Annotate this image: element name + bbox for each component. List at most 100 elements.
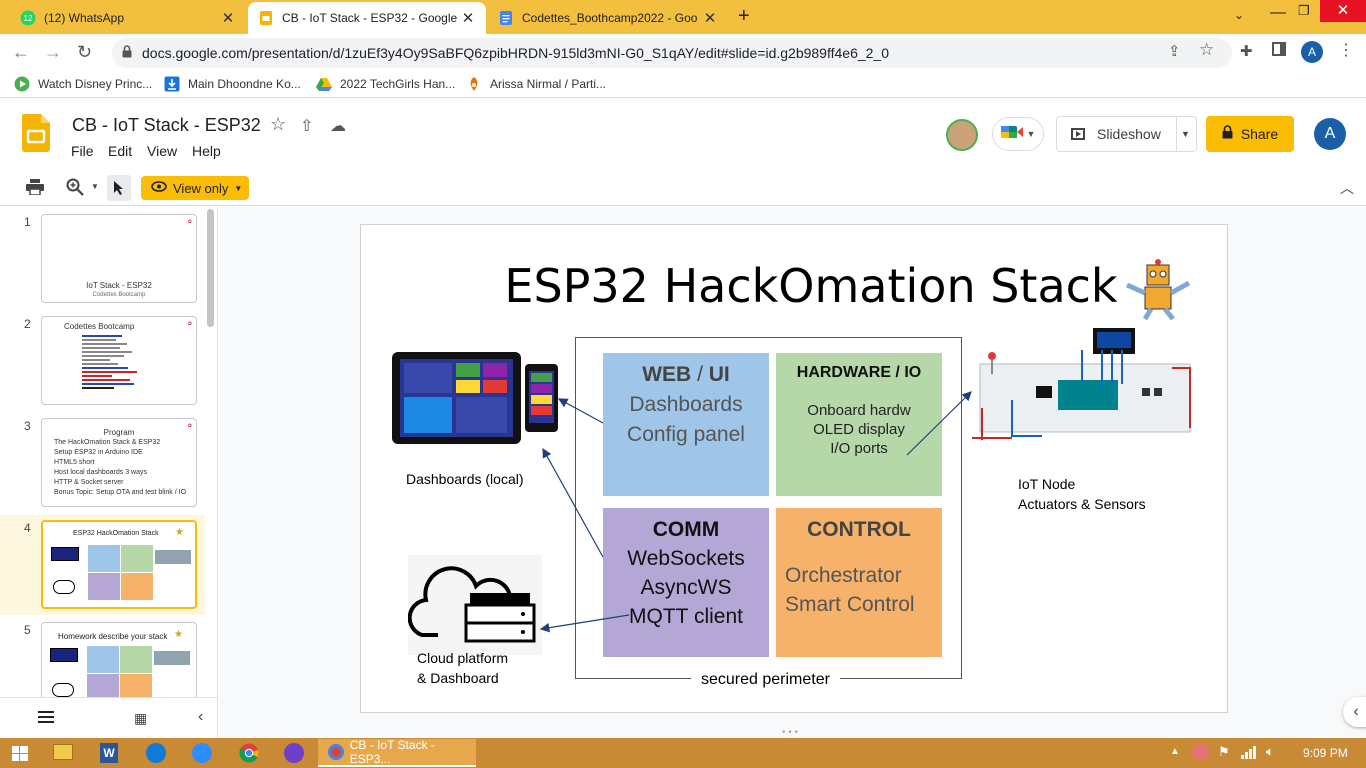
menu-kebab-icon[interactable]: ⋮	[1338, 40, 1354, 60]
zoom-app-icon[interactable]	[192, 743, 212, 763]
network-icon[interactable]	[1240, 744, 1256, 760]
clock[interactable]: 9:09 PM	[1303, 746, 1348, 760]
codettes-logo: ✿	[187, 423, 192, 429]
slideshow-button[interactable]: Slideshow ▼	[1056, 116, 1197, 152]
resize-handle-icon[interactable]: • • •	[782, 727, 798, 738]
account-avatar[interactable]: A	[1314, 118, 1346, 150]
tab-docs[interactable]: Codettes_Boothcamp2022 - Goo ✕	[488, 2, 728, 34]
windows-taskbar: W CB - IoT Stack - ESP3... ▲ ⚑ 🔈︎ 9:09 P…	[0, 738, 1366, 768]
close-window-icon[interactable]: ✕	[1320, 0, 1366, 22]
doc-title[interactable]: CB - IoT Stack - ESP32	[72, 115, 261, 136]
tray-chevron-icon[interactable]: ▲	[1170, 746, 1180, 757]
meet-button[interactable]: ▼	[992, 117, 1044, 151]
github-icon[interactable]	[284, 743, 304, 763]
menu-view[interactable]: View	[147, 143, 177, 159]
bookmark-label: 2022 TechGirls Han...	[340, 77, 456, 91]
tab-search-icon[interactable]: ⌄	[1234, 8, 1244, 22]
flag-icon[interactable]: ⚑	[1218, 744, 1230, 760]
edge-icon[interactable]	[146, 743, 166, 763]
slides-header: CB - IoT Stack - ESP32 ☆ ⇧ ☁ File Edit V…	[0, 98, 1366, 172]
slide-thumbnail[interactable]: Program ✿ The HackOmation Stack & ESP32 …	[41, 418, 197, 507]
chevron-down-icon[interactable]: ▼	[1181, 129, 1190, 139]
collapse-panel-icon[interactable]: ‹	[198, 708, 203, 726]
close-icon[interactable]: ✕	[702, 9, 718, 27]
sidepanel-icon[interactable]	[1272, 42, 1286, 56]
share-page-icon[interactable]: ⇪	[1168, 42, 1181, 60]
word-icon[interactable]: W	[100, 743, 118, 763]
view-only-button[interactable]: View only ▼	[141, 176, 249, 200]
menu-help[interactable]: Help	[192, 143, 221, 159]
thumb-bullet: HTTP & Socket server	[54, 479, 124, 486]
restore-icon[interactable]: ❐	[1298, 3, 1310, 19]
slide-thumbnail[interactable]: Homework describe your stack ★	[41, 622, 197, 702]
close-icon[interactable]: ✕	[460, 9, 476, 27]
profile-avatar[interactable]: A	[1301, 41, 1323, 63]
close-icon[interactable]: ✕	[220, 9, 236, 27]
collapse-icon[interactable]: ︿	[1340, 178, 1354, 198]
bookmark-item[interactable]: Main Dhoondne Ko...	[164, 76, 301, 92]
arrow-comm-to-tablet	[542, 447, 604, 558]
slide-number: 2	[24, 317, 31, 331]
active-window-label: CB - IoT Stack - ESP3...	[349, 738, 435, 766]
present-icon	[1071, 128, 1085, 140]
filmstrip-scrollbar[interactable]	[207, 209, 214, 327]
chevron-down-icon: ▼	[234, 183, 243, 193]
thumb-bullet: Host local dashboards 3 ways	[54, 469, 147, 476]
extensions-icon[interactable]: ✚	[1240, 42, 1253, 60]
slides-icon	[258, 10, 274, 26]
play-icon	[14, 76, 30, 92]
menu-edit[interactable]: Edit	[108, 143, 132, 159]
volume-icon[interactable]: 🔈︎	[1266, 743, 1274, 760]
docs-icon	[498, 10, 514, 26]
cloud-mini	[53, 580, 75, 594]
thumb-title: ESP32 HackOmation Stack	[73, 530, 159, 537]
new-tab-icon[interactable]: +	[738, 5, 750, 28]
forward-icon[interactable]: →	[44, 42, 62, 63]
slide-thumbnail[interactable]: ✿ IoT Stack - ESP32 Codettes Bootcamp	[41, 214, 197, 303]
windows-start-icon[interactable]	[12, 746, 28, 766]
star-icon[interactable]: ☆	[270, 114, 286, 135]
cloud-status-icon: ☁	[330, 118, 346, 135]
chevron-down-icon[interactable]: ▼	[91, 182, 99, 191]
reload-icon[interactable]: ↻	[77, 42, 92, 63]
thumb-title: Codettes Bootcamp	[64, 322, 135, 331]
list-view-icon[interactable]	[38, 711, 54, 723]
tab-slides[interactable]: CB - IoT Stack - ESP32 - Google S ✕	[248, 2, 486, 34]
share-button[interactable]: Share	[1206, 116, 1294, 152]
slide-number: 4	[24, 521, 31, 535]
file-explorer-icon[interactable]	[53, 744, 73, 760]
bookmark-item[interactable]: Arissa Nirmal / Parti...	[466, 76, 606, 92]
board-mini	[154, 651, 190, 665]
chrome-icon[interactable]	[239, 743, 259, 768]
comm-block-mini	[88, 573, 120, 600]
drive-icon	[316, 76, 332, 92]
bookmark-star-icon[interactable]: ☆	[1199, 40, 1214, 60]
bookmark-item[interactable]: 2022 TechGirls Han...	[316, 76, 455, 92]
move-to-drive-icon[interactable]: ⇧	[300, 116, 313, 136]
slides-logo-icon[interactable]	[22, 114, 50, 157]
select-tool-button[interactable]	[107, 175, 131, 201]
tray-app-icon[interactable]	[1192, 744, 1210, 760]
collaborator-avatar[interactable]	[946, 119, 978, 151]
menu-file[interactable]: File	[71, 143, 94, 159]
arrow-web-to-phone	[557, 398, 604, 424]
chevron-down-icon: ▼	[1026, 129, 1036, 139]
grid-view-icon[interactable]: ▦	[134, 710, 147, 727]
taskbar-active-window[interactable]: CB - IoT Stack - ESP3...	[318, 738, 476, 767]
slide-thumbnail[interactable]: Codettes Bootcamp ✿	[41, 316, 197, 405]
back-icon[interactable]: ←	[12, 42, 30, 63]
url-input[interactable]: docs.google.com/presentation/d/1zuEf3y4O…	[112, 38, 1232, 68]
side-panel-toggle-icon[interactable]: ‹	[1343, 697, 1366, 727]
slide-filmstrip: 1 ✿ IoT Stack - ESP32 Codettes Bootcamp …	[0, 207, 218, 737]
bookmark-label: Main Dhoondne Ko...	[188, 77, 301, 91]
minimize-icon[interactable]: —	[1270, 4, 1286, 22]
slide-thumbnail-active[interactable]: ESP32 HackOmation Stack ★	[41, 520, 197, 609]
print-icon[interactable]	[26, 179, 44, 200]
chrome-icon	[328, 744, 344, 760]
zoom-icon[interactable]	[66, 178, 84, 201]
slideshow-label: Slideshow	[1097, 126, 1161, 142]
gitlab-icon	[466, 76, 482, 92]
bookmark-item[interactable]: Watch Disney Princ...	[14, 76, 152, 92]
tab-label: Codettes_Boothcamp2022 - Goo	[522, 11, 698, 25]
tab-whatsapp[interactable]: 12 (12) WhatsApp ✕	[10, 2, 246, 34]
